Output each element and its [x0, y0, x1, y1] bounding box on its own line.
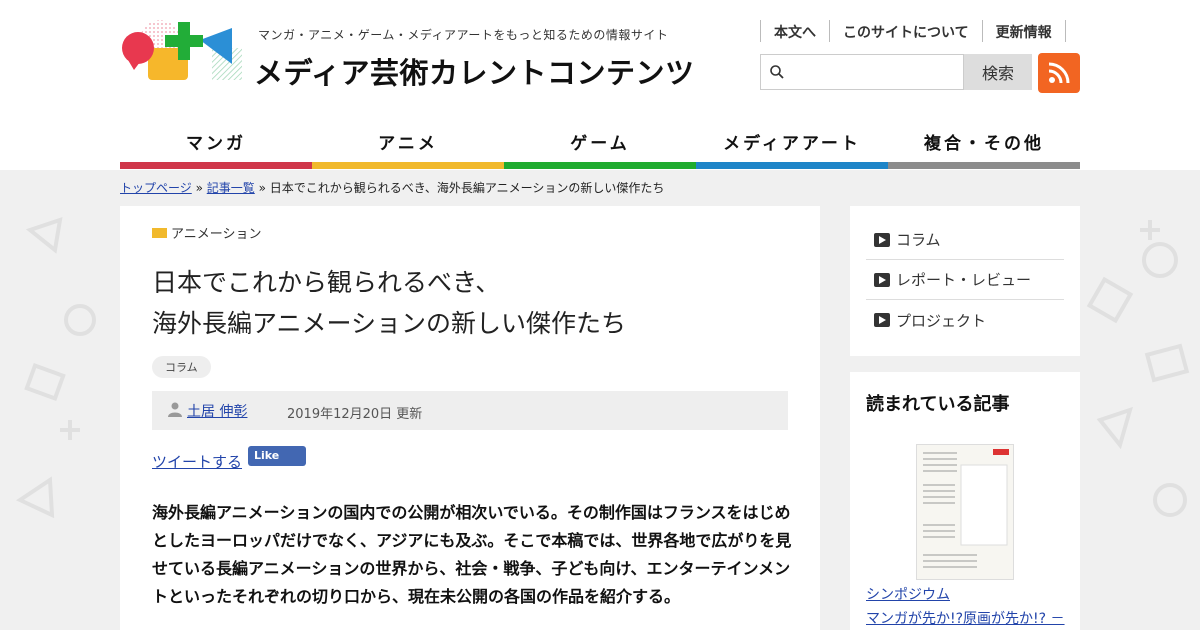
top-link-about[interactable]: このサイトについて: [830, 20, 983, 42]
breadcrumb-separator: »: [254, 181, 270, 195]
play-icon: [874, 313, 890, 327]
search-form: 検索: [760, 54, 1032, 90]
tweet-link[interactable]: ツイートする: [152, 451, 242, 472]
popular-article-category[interactable]: シンポジウム: [866, 584, 950, 604]
sidebar-categories: コラム レポート・レビュー プロジェクト: [850, 206, 1080, 356]
sidebar-item-column[interactable]: コラム: [866, 220, 1064, 260]
sidebar-item-label: プロジェクト: [896, 311, 987, 330]
main-nav: マンガ アニメ ゲーム メディアアート 複合・その他: [120, 122, 1080, 169]
article-lead: 海外長編アニメーションの国内での公開が相次いでいる。その制作国はフランスをはじめ…: [152, 503, 792, 606]
category-color-square: [152, 228, 167, 238]
search-input[interactable]: [789, 59, 959, 85]
facebook-like-label: Like: [254, 449, 280, 462]
nav-anime[interactable]: アニメ: [312, 122, 504, 169]
top-link-updates[interactable]: 更新情報: [983, 20, 1066, 42]
site-logo[interactable]: [120, 18, 245, 86]
nav-media-art[interactable]: メディアアート: [696, 122, 888, 169]
top-link-main-content[interactable]: 本文へ: [761, 20, 830, 42]
site-tagline: マンガ・アニメ・ゲーム・メディアアートをもっと知るための情報サイト: [258, 28, 669, 42]
breadcrumb-separator: »: [191, 181, 207, 195]
top-links: 本文へ このサイトについて 更新情報: [760, 20, 1066, 42]
article-card: アニメーション 日本でこれから観られるべき、 海外長編アニメーションの新しい傑作…: [120, 206, 820, 630]
breadcrumb: トップページ » 記事一覧 » 日本でこれから観られるべき、海外長編アニメーショ…: [120, 179, 664, 196]
logo-graphic: [122, 20, 242, 80]
sidebar-item-project[interactable]: プロジェクト: [866, 300, 1064, 340]
play-icon: [874, 232, 890, 247]
nav-game[interactable]: ゲーム: [504, 122, 696, 169]
sidebar-item-label: レポート・レビュー: [896, 271, 1032, 289]
search-box: [760, 54, 964, 90]
sidebar-item-label: コラム: [896, 231, 941, 249]
person-icon: [168, 402, 182, 417]
article-title-line2: 海外長編アニメーションの新しい傑作たち: [152, 309, 627, 338]
rss-icon: [1048, 62, 1070, 84]
site-title[interactable]: メディア芸術カレントコンテンツ: [254, 50, 694, 92]
breadcrumb-current: 日本でこれから観られるべき、海外長編アニメーションの新しい傑作たち: [269, 181, 665, 195]
sidebar-popular: 読まれている記事 シンポジウム マンガが先か!?原画が先か!? －: [850, 372, 1080, 630]
nav-other[interactable]: 複合・その他: [888, 122, 1080, 169]
site-header: マンガ・アニメ・ゲーム・メディアアートをもっと知るための情報サイト メディア芸術…: [0, 0, 1200, 170]
popular-heading: 読まれている記事: [866, 394, 1010, 415]
nav-manga[interactable]: マンガ: [120, 122, 312, 169]
breadcrumb-article-list[interactable]: 記事一覧: [207, 181, 255, 195]
article-category[interactable]: アニメーション: [152, 223, 261, 242]
rss-button[interactable]: [1038, 53, 1080, 93]
popular-article-thumbnail[interactable]: [916, 444, 1014, 580]
article-tag[interactable]: コラム: [152, 356, 211, 378]
play-icon: [874, 272, 890, 287]
search-icon: [770, 65, 784, 79]
article-title: 日本でこれから観られるべき、 海外長編アニメーションの新しい傑作たち: [152, 262, 626, 344]
article-title-line1: 日本でこれから観られるべき、: [152, 268, 501, 297]
article-meta: 土居 伸彰 2019年12月20日 更新: [152, 391, 788, 430]
facebook-like-button[interactable]: Like: [248, 446, 306, 466]
author-link[interactable]: 土居 伸彰: [187, 401, 247, 421]
sidebar-item-report-review[interactable]: レポート・レビュー: [866, 260, 1064, 300]
breadcrumb-home[interactable]: トップページ: [120, 181, 192, 195]
category-label: アニメーション: [171, 227, 262, 242]
popular-article-title[interactable]: マンガが先か!?原画が先か!? －: [866, 608, 1065, 628]
search-button[interactable]: 検索: [964, 54, 1032, 90]
updated-date: 2019年12月20日 更新: [287, 407, 423, 422]
poster-image: [917, 445, 1013, 579]
